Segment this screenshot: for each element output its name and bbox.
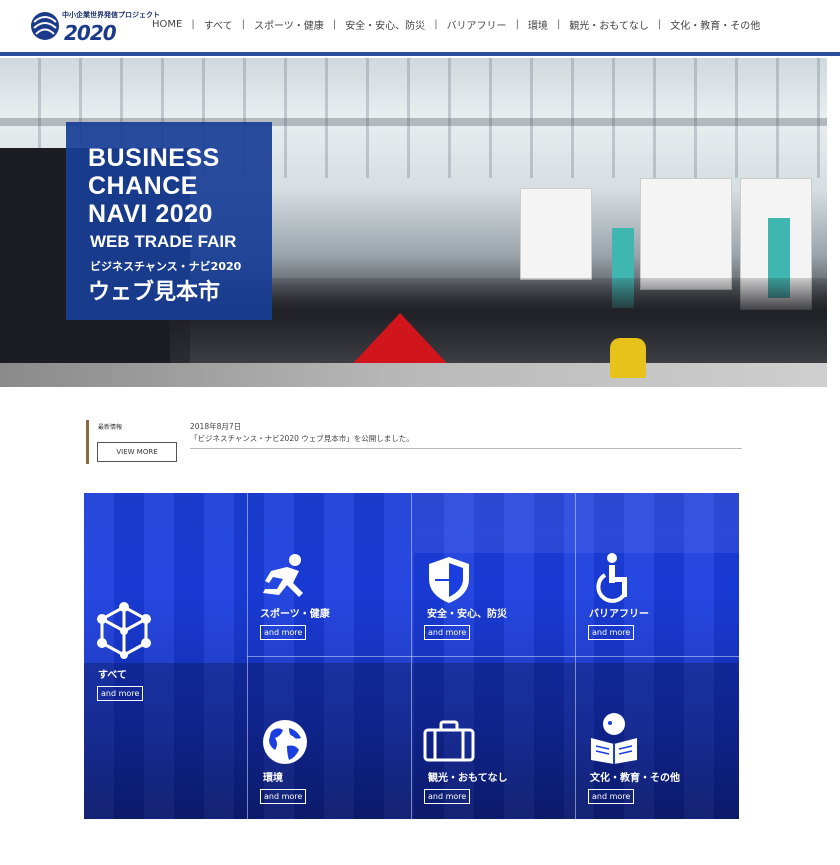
site-header: 中小企業世界発信プロジェクト 2020 HOME | すべて | スポーツ・健康… xyxy=(0,0,840,52)
site-logo[interactable]: 中小企業世界発信プロジェクト 2020 xyxy=(30,8,160,45)
category-safety[interactable]: 安全・安心、防災 and more xyxy=(411,493,575,656)
and-more-button[interactable]: and more xyxy=(588,789,635,804)
reading-person-icon xyxy=(591,713,637,764)
category-label: バリアフリー xyxy=(589,609,649,620)
and-more-button[interactable]: and more xyxy=(260,625,307,640)
nav-sports-health[interactable]: スポーツ・健康 xyxy=(254,17,324,32)
hero-line-4: WEB TRADE FAIR xyxy=(90,232,237,251)
news-item-link[interactable]: 「ビジネスチャンス・ナビ2020 ウェブ見本市」を公開しました。 xyxy=(190,433,414,444)
hero-banner: BUSINESS CHANCE NAVI 2020 WEB TRADE FAIR… xyxy=(0,58,827,387)
and-more-button[interactable]: and more xyxy=(424,789,471,804)
nav-all[interactable]: すべて xyxy=(204,17,233,32)
nav-separator: | xyxy=(657,19,662,30)
hero-person-yellow xyxy=(610,338,646,378)
hero-title-en: BUSINESS CHANCE NAVI 2020 xyxy=(88,144,220,228)
category-label: 安全・安心、防災 xyxy=(427,609,507,620)
nav-environment[interactable]: 環境 xyxy=(528,17,548,32)
main-nav: HOME | すべて | スポーツ・健康 | 安全・安心、防災 | バリアフリー… xyxy=(152,17,760,32)
globe-icon xyxy=(263,720,307,764)
category-environment[interactable]: 環境 and more xyxy=(247,656,411,819)
category-grid: すべて and more スポーツ・健康 and more 安全・安心、防災 a… xyxy=(84,493,739,819)
hero-line-2: CHANCE xyxy=(88,172,198,200)
hero-line-1: BUSINESS xyxy=(88,144,220,172)
news-divider xyxy=(190,448,742,449)
nav-home[interactable]: HOME xyxy=(152,19,182,30)
and-more-button[interactable]: and more xyxy=(97,686,144,701)
running-person-icon xyxy=(263,554,303,597)
view-more-button[interactable]: VIEW MORE xyxy=(97,442,177,462)
news-date: 2018年8月7日 xyxy=(190,422,242,431)
suitcase-icon xyxy=(423,720,475,762)
hero-subtitle-jp: ビジネスチャンス・ナビ2020 xyxy=(90,260,242,273)
nav-tourism[interactable]: 観光・おもてなし xyxy=(569,17,649,32)
nav-culture[interactable]: 文化・教育・その他 xyxy=(670,17,760,32)
category-culture[interactable]: 文化・教育・その他 and more xyxy=(575,656,739,819)
nav-separator: | xyxy=(434,19,438,30)
nav-separator: | xyxy=(191,19,195,30)
and-more-button[interactable]: and more xyxy=(588,625,635,640)
news-accent-bar xyxy=(86,420,89,464)
nav-safety[interactable]: 安全・安心、防災 xyxy=(345,17,425,32)
category-label: 環境 xyxy=(263,773,283,784)
and-more-button[interactable]: and more xyxy=(424,625,471,640)
hero-booth xyxy=(520,188,592,280)
logo-year: 2020 xyxy=(64,21,117,45)
category-all[interactable]: すべて and more xyxy=(84,493,247,819)
nav-barrier-free[interactable]: バリアフリー xyxy=(447,17,507,32)
nav-separator: | xyxy=(241,19,245,30)
news-section: 最新情報 VIEW MORE 2018年8月7日 「ビジネスチャンス・ナビ202… xyxy=(86,420,746,466)
category-tourism[interactable]: 観光・おもてなし and more xyxy=(411,656,575,819)
hero-line-3: NAVI 2020 xyxy=(88,200,213,228)
category-barrier-free[interactable]: バリアフリー and more xyxy=(575,493,739,656)
nav-separator: | xyxy=(332,19,337,30)
nav-separator: | xyxy=(515,19,519,30)
shield-icon xyxy=(429,557,469,603)
category-label: 文化・教育・その他 xyxy=(590,773,680,784)
hero-floor xyxy=(0,363,827,387)
category-label: スポーツ・健康 xyxy=(260,609,330,620)
hero-title-box: BUSINESS CHANCE NAVI 2020 WEB TRADE FAIR… xyxy=(66,122,272,320)
category-label: 観光・おもてなし xyxy=(428,773,508,784)
wheelchair-icon xyxy=(596,553,627,603)
hero-title-jp: ウェブ見本市 xyxy=(88,280,221,305)
logo-subtitle: 中小企業世界発信プロジェクト xyxy=(62,11,160,19)
category-sports-health[interactable]: スポーツ・健康 and more xyxy=(247,493,411,656)
cube-network-icon xyxy=(97,602,151,659)
and-more-button[interactable]: and more xyxy=(260,789,307,804)
header-divider xyxy=(0,52,840,56)
hero-booth xyxy=(640,178,732,290)
category-label: すべて xyxy=(98,670,127,681)
nav-separator: | xyxy=(556,19,561,30)
news-label: 最新情報 xyxy=(98,424,123,431)
logo-emblem-icon xyxy=(31,12,59,40)
